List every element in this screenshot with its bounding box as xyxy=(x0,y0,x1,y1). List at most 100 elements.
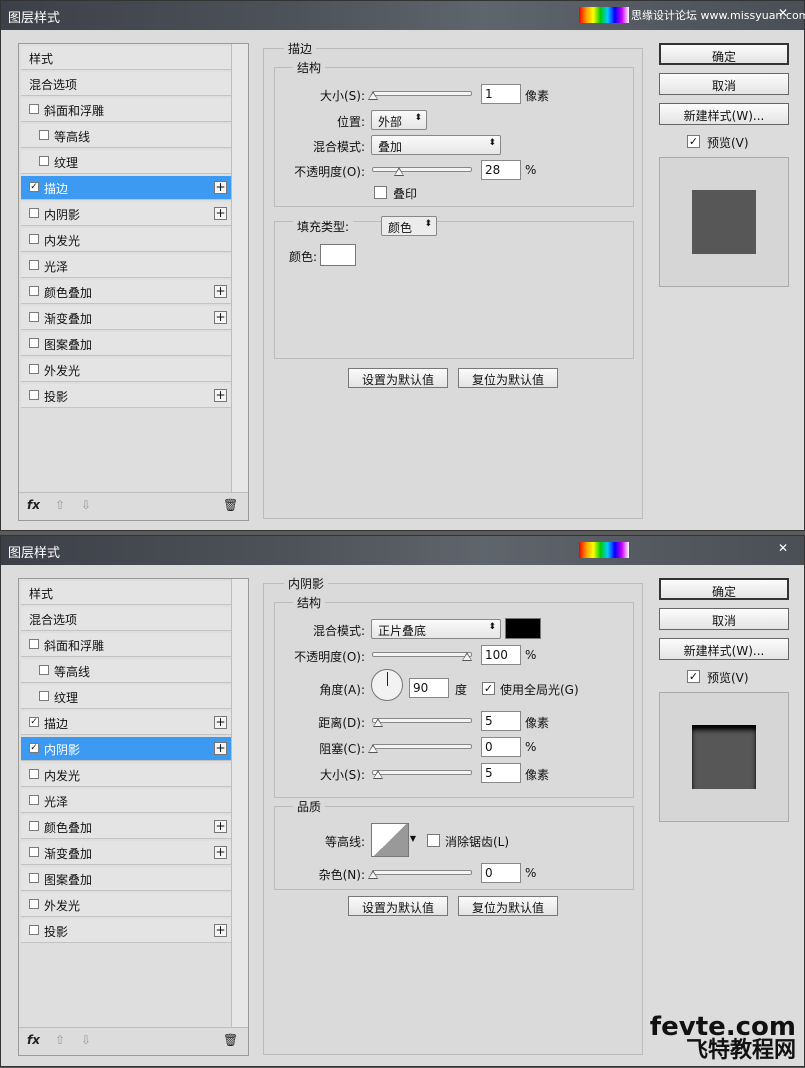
style-checkbox[interactable] xyxy=(29,234,39,244)
reset-default-button[interactable]: 复位为默认值 xyxy=(458,368,558,388)
noise-input[interactable]: 0 xyxy=(481,863,521,883)
opacity-slider-knob[interactable] xyxy=(462,652,472,661)
add-effect-icon[interactable]: + xyxy=(214,389,227,402)
style-checkbox[interactable]: ✓ xyxy=(29,182,39,192)
style-item[interactable]: 光泽 xyxy=(21,254,231,278)
opacity-input[interactable]: 100 xyxy=(481,645,521,665)
position-select[interactable]: 外部 ⬍ xyxy=(371,110,427,130)
add-effect-icon[interactable]: + xyxy=(214,846,227,859)
new-style-button[interactable]: 新建样式(W)... xyxy=(659,638,789,660)
style-item[interactable]: 样式 xyxy=(21,581,231,605)
style-checkbox[interactable] xyxy=(29,821,39,831)
title-bar[interactable]: 图层样式 思缘设计论坛 www.missyuan.com ✕ xyxy=(1,1,805,30)
style-checkbox[interactable] xyxy=(29,639,39,649)
style-checkbox[interactable] xyxy=(29,260,39,270)
noise-slider-knob[interactable] xyxy=(368,870,378,879)
style-item[interactable]: 内发光 xyxy=(21,228,231,252)
add-effect-icon[interactable]: + xyxy=(214,207,227,220)
size-slider-knob[interactable] xyxy=(372,770,383,779)
style-item[interactable]: 外发光 xyxy=(21,893,231,917)
new-style-button[interactable]: 新建样式(W)... xyxy=(659,103,789,125)
ok-button[interactable]: 确定 xyxy=(659,578,789,600)
style-item[interactable]: ✓ 内阴影 + xyxy=(21,737,231,761)
style-item[interactable]: 投影 + xyxy=(21,384,231,408)
style-item[interactable]: 渐变叠加 + xyxy=(21,306,231,330)
style-item[interactable]: 纹理 xyxy=(21,685,231,709)
style-item[interactable]: 等高线 xyxy=(21,659,231,683)
fx-icon[interactable]: fx xyxy=(27,1033,40,1047)
cancel-button[interactable]: 取消 xyxy=(659,608,789,630)
contour-arrow-icon[interactable]: ▼ xyxy=(410,834,416,843)
style-item[interactable]: 投影 + xyxy=(21,919,231,943)
style-item[interactable]: 外发光 xyxy=(21,358,231,382)
angle-input[interactable]: 90 xyxy=(409,678,449,698)
cancel-button[interactable]: 取消 xyxy=(659,73,789,95)
style-item[interactable]: 光泽 xyxy=(21,789,231,813)
distance-slider[interactable] xyxy=(372,718,472,727)
style-checkbox[interactable] xyxy=(29,312,39,322)
move-down-icon[interactable]: ⇩ xyxy=(81,1033,91,1047)
antialias-checkbox[interactable] xyxy=(427,834,440,847)
style-item[interactable]: 样式 xyxy=(21,46,231,70)
style-checkbox[interactable]: ✓ xyxy=(29,743,39,753)
global-light-checkbox[interactable]: ✓ xyxy=(482,682,495,695)
style-item[interactable]: 图案叠加 xyxy=(21,332,231,356)
add-effect-icon[interactable]: + xyxy=(214,285,227,298)
style-checkbox[interactable] xyxy=(29,873,39,883)
style-checkbox[interactable] xyxy=(29,795,39,805)
fill-type-select[interactable]: 颜色 ⬍ xyxy=(381,216,437,236)
style-item[interactable]: 混合选项 xyxy=(21,72,231,96)
style-checkbox[interactable] xyxy=(29,104,39,114)
style-checkbox[interactable] xyxy=(39,691,49,701)
move-up-icon[interactable]: ⇧ xyxy=(55,1033,65,1047)
size-slider-knob[interactable] xyxy=(368,91,378,100)
move-down-icon[interactable]: ⇩ xyxy=(81,498,91,512)
add-effect-icon[interactable]: + xyxy=(214,311,227,324)
opacity-slider[interactable] xyxy=(372,652,472,661)
distance-slider-knob[interactable] xyxy=(372,718,383,727)
choke-slider-knob[interactable] xyxy=(368,744,378,753)
shadow-color-swatch[interactable] xyxy=(505,618,541,639)
style-checkbox[interactable] xyxy=(29,364,39,374)
style-item[interactable]: 纹理 xyxy=(21,150,231,174)
fill-color-swatch[interactable] xyxy=(320,244,356,266)
size-slider[interactable] xyxy=(372,770,472,779)
add-effect-icon[interactable]: + xyxy=(214,742,227,755)
style-checkbox[interactable] xyxy=(29,286,39,296)
style-item[interactable]: ✓ 描边 + xyxy=(21,176,231,200)
set-default-button[interactable]: 设置为默认值 xyxy=(348,368,448,388)
trash-icon[interactable]: 🗑 xyxy=(223,1033,238,1047)
size-input[interactable]: 5 xyxy=(481,763,521,783)
fx-icon[interactable]: fx xyxy=(27,498,40,512)
opacity-slider-knob[interactable] xyxy=(394,167,405,176)
style-item[interactable]: 斜面和浮雕 xyxy=(21,633,231,657)
choke-slider[interactable] xyxy=(368,744,472,753)
style-checkbox[interactable] xyxy=(29,925,39,935)
style-checkbox[interactable] xyxy=(29,899,39,909)
style-item[interactable]: 斜面和浮雕 xyxy=(21,98,231,122)
contour-picker[interactable]: ▼ xyxy=(371,823,416,857)
add-effect-icon[interactable]: + xyxy=(214,181,227,194)
style-item[interactable]: 等高线 xyxy=(21,124,231,148)
style-checkbox[interactable]: ✓ xyxy=(29,717,39,727)
style-item[interactable]: 颜色叠加 + xyxy=(21,280,231,304)
add-effect-icon[interactable]: + xyxy=(214,716,227,729)
overprint-checkbox[interactable] xyxy=(374,186,387,199)
size-input[interactable]: 1 xyxy=(481,84,521,104)
style-checkbox[interactable] xyxy=(29,390,39,400)
close-icon[interactable]: ✕ xyxy=(765,3,801,23)
style-item[interactable]: 内阴影 + xyxy=(21,202,231,226)
style-item[interactable]: 渐变叠加 + xyxy=(21,841,231,865)
opacity-input[interactable]: 28 xyxy=(481,160,521,180)
style-item[interactable]: 内发光 xyxy=(21,763,231,787)
move-up-icon[interactable]: ⇧ xyxy=(55,498,65,512)
style-item[interactable]: 颜色叠加 + xyxy=(21,815,231,839)
size-slider[interactable] xyxy=(368,91,472,100)
style-checkbox[interactable] xyxy=(29,208,39,218)
noise-slider[interactable] xyxy=(368,870,472,879)
reset-default-button[interactable]: 复位为默认值 xyxy=(458,896,558,916)
close-icon[interactable]: ✕ xyxy=(765,538,801,558)
trash-icon[interactable]: 🗑 xyxy=(223,498,238,512)
ok-button[interactable]: 确定 xyxy=(659,43,789,65)
style-item[interactable]: 图案叠加 xyxy=(21,867,231,891)
